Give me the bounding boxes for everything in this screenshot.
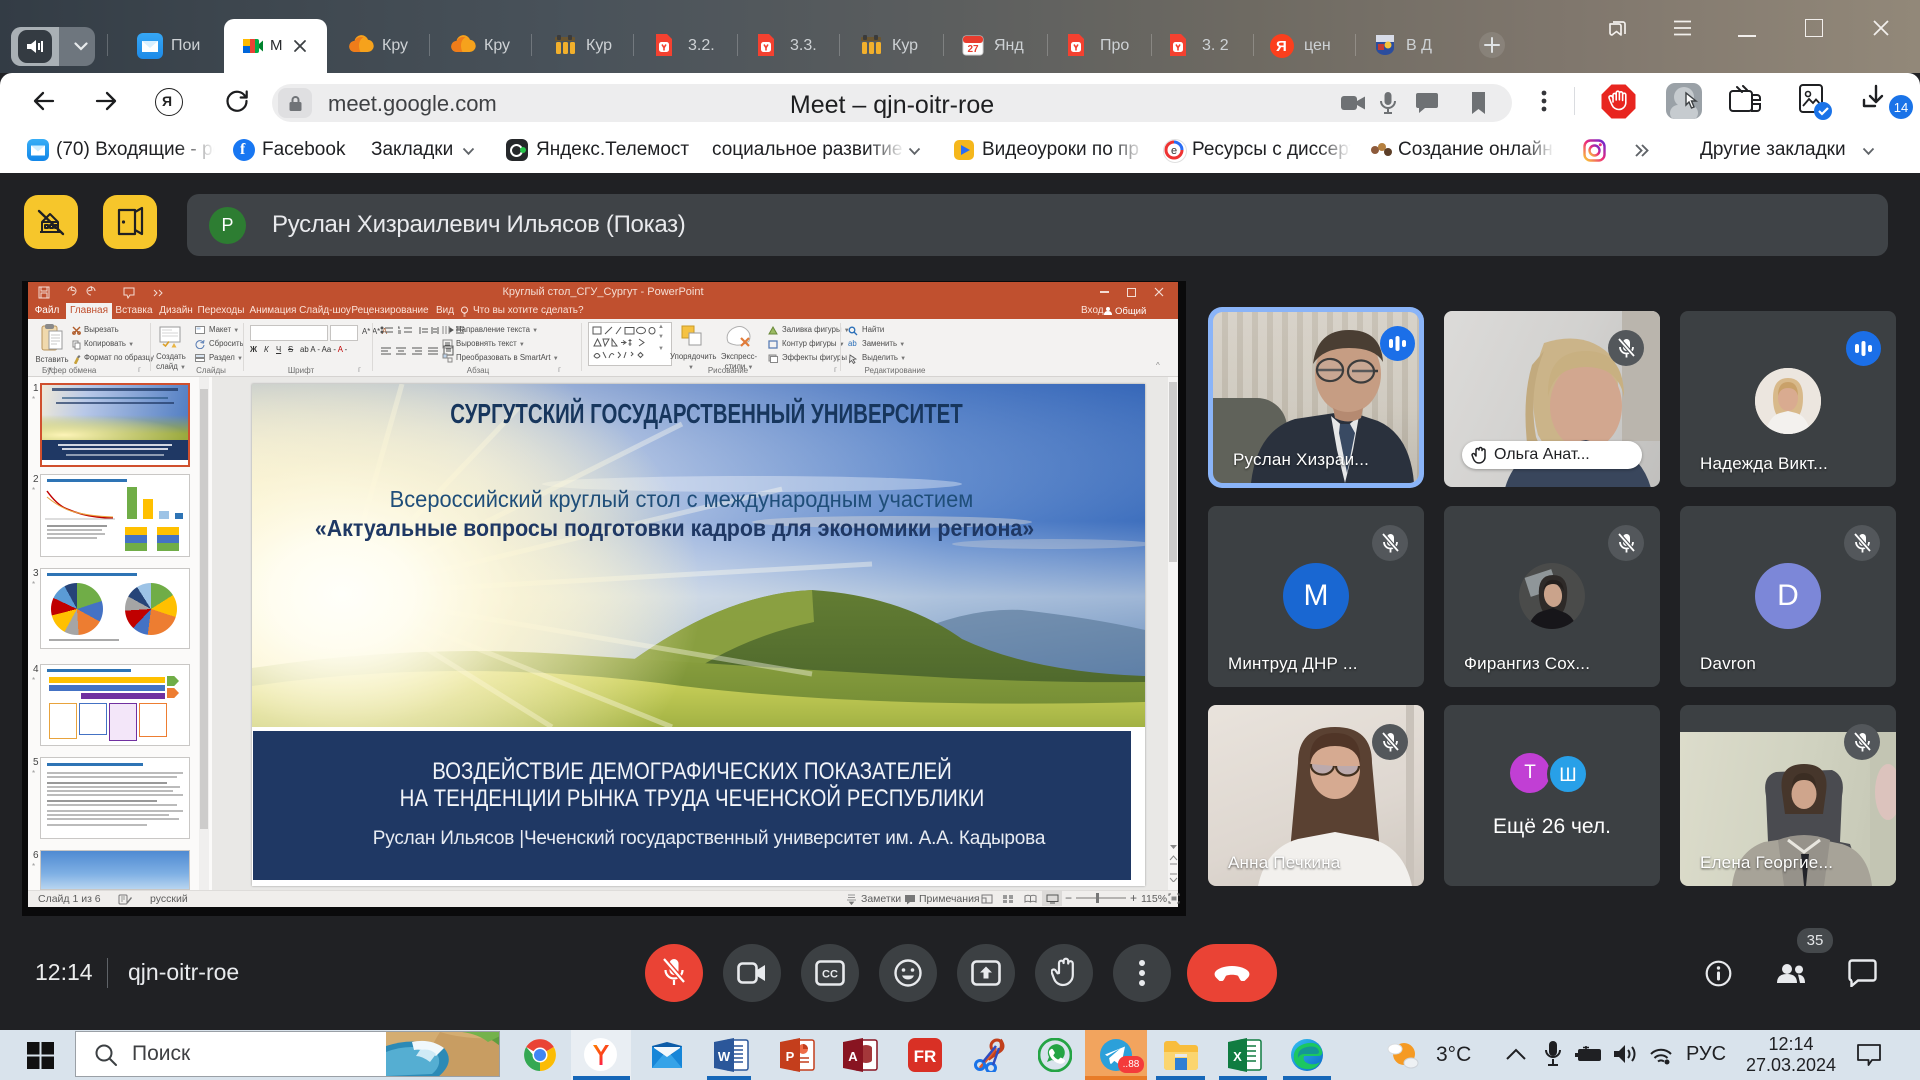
svg-text:X: X bbox=[1233, 1049, 1242, 1064]
svg-text:CC: CC bbox=[822, 969, 838, 981]
svg-text:FR: FR bbox=[914, 1047, 937, 1066]
svg-text:27: 27 bbox=[967, 44, 979, 55]
svg-text:P: P bbox=[786, 1049, 795, 1064]
svg-text:14: 14 bbox=[1894, 100, 1908, 115]
svg-text:e: e bbox=[1171, 145, 1177, 157]
svg-text:A: A bbox=[848, 1049, 858, 1064]
svg-text:W: W bbox=[718, 1049, 731, 1064]
